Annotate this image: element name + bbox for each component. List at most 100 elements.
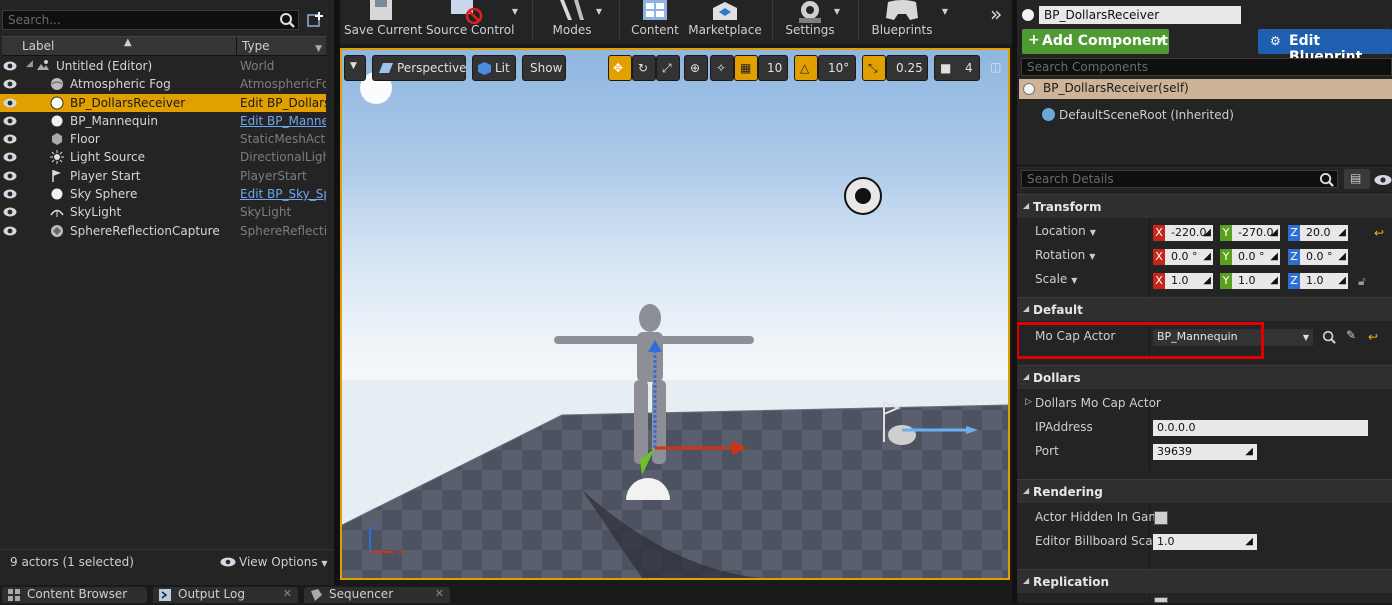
close-icon[interactable]: ✕	[435, 587, 444, 600]
edit-blueprint-link[interactable]: Edit BP_Sky_Sp	[240, 187, 326, 201]
reset-to-default-icon[interactable]: ↩	[1374, 226, 1384, 240]
surface-snap-button[interactable]: ✧	[710, 55, 734, 81]
add-actor-icon[interactable]	[305, 10, 325, 30]
outliner-row[interactable]: Atmospheric Fog AtmosphericFog	[0, 75, 326, 93]
modes-button[interactable]: Modes ▼	[544, 0, 602, 44]
search-icon[interactable]	[1319, 172, 1334, 187]
save-current-button[interactable]: Save Current	[344, 0, 422, 44]
outliner-row[interactable]: ◢ Untitled (Editor) World	[0, 57, 326, 75]
close-icon[interactable]: ✕	[283, 587, 292, 600]
reset-to-default-icon[interactable]: ↩	[1368, 330, 1378, 344]
rotation-snap-toggle[interactable]: △	[794, 55, 818, 81]
translate-mode-button[interactable]: ✥	[608, 55, 632, 81]
column-options-icon[interactable]: ▼	[315, 44, 322, 54]
visibility-eye-icon[interactable]	[3, 60, 17, 72]
details-splitter[interactable]	[1012, 0, 1017, 603]
grid-snap-value[interactable]: 10	[758, 55, 788, 81]
expand-arrow-icon[interactable]: ◢	[26, 59, 33, 69]
property-label[interactable]: Rotation ▼	[1035, 248, 1095, 262]
component-root-row[interactable]: DefaultSceneRoot (Inherited)	[1040, 106, 1380, 124]
actor-name-field[interactable]: BP_DollarsReceiver	[1039, 6, 1241, 24]
lit-mode-button[interactable]: Lit	[472, 55, 516, 81]
blueprints-button[interactable]: Blueprints ▼	[870, 0, 948, 44]
tab-sequencer[interactable]: Sequencer ✕	[304, 587, 450, 603]
world-local-button[interactable]: ⊕	[684, 55, 708, 81]
category-replication[interactable]: ◢ Replication	[1017, 569, 1392, 593]
tab-content-browser[interactable]: Content Browser	[2, 587, 147, 603]
add-component-button[interactable]: + Add Component ▼	[1022, 29, 1169, 54]
category-dollars[interactable]: ◢ Dollars	[1017, 365, 1392, 389]
rotation-snap-value[interactable]: 10°	[818, 55, 856, 81]
location-z-field[interactable]: Z 20.0 ◢	[1288, 225, 1348, 241]
rotation-x-field[interactable]: X 0.0 ° ◢	[1153, 249, 1213, 265]
chevron-down-icon[interactable]: ▼	[834, 7, 840, 16]
visibility-eye-icon[interactable]	[3, 151, 17, 163]
property-label[interactable]: Scale ▼	[1035, 272, 1077, 286]
search-details-input[interactable]: Search Details	[1021, 170, 1338, 188]
grid-snap-toggle[interactable]: ▦	[734, 55, 758, 81]
visibility-eye-icon[interactable]	[3, 225, 17, 237]
toolbar-overflow-icon[interactable]: »	[990, 2, 1002, 26]
settings-button[interactable]: Settings ▼	[782, 0, 840, 44]
outliner-row[interactable]: Light Source DirectionalLight	[0, 148, 326, 166]
chevron-down-icon[interactable]: ▼	[942, 7, 948, 16]
eye-icon[interactable]	[1374, 174, 1392, 186]
search-icon[interactable]	[279, 12, 295, 28]
camera-speed-button[interactable]: ■ 4	[934, 55, 980, 81]
visibility-eye-icon[interactable]	[3, 206, 17, 218]
outliner-row[interactable]: Player Start PlayerStart	[0, 167, 326, 185]
label-column-header[interactable]: Label	[22, 39, 54, 53]
visibility-eye-icon[interactable]	[3, 78, 17, 90]
viewport-options-button[interactable]: ▼	[344, 55, 366, 81]
category-rendering[interactable]: ◢ Rendering	[1017, 479, 1392, 503]
actor-hidden-checkbox[interactable]	[1154, 511, 1168, 525]
outliner-row[interactable]: SkyLight SkyLight	[0, 203, 326, 221]
maximize-viewport-button[interactable]: ◫	[986, 55, 1006, 81]
chevron-down-icon[interactable]: ▼	[512, 7, 518, 16]
billboard-scale-input[interactable]: 1.0 ◢	[1153, 534, 1257, 550]
expand-arrow-icon[interactable]: ▷	[1025, 397, 1032, 407]
visibility-eye-icon[interactable]	[3, 188, 17, 200]
component-self-row[interactable]: BP_DollarsReceiver(self)	[1019, 79, 1392, 99]
outliner-row[interactable]: Floor StaticMeshActor	[0, 130, 326, 148]
replication-checkbox[interactable]	[1154, 597, 1168, 603]
lock-icon[interactable]: 🔓︎	[1358, 274, 1366, 289]
category-transform[interactable]: ◢ Transform	[1017, 194, 1392, 218]
scale-x-field[interactable]: X 1.0 ◢	[1153, 273, 1213, 289]
edit-blueprint-link[interactable]: Edit BP_Manne	[240, 114, 326, 128]
location-x-field[interactable]: X -220.0 ◢	[1153, 225, 1213, 241]
content-button[interactable]: Content	[630, 0, 680, 44]
visibility-eye-icon[interactable]	[3, 170, 17, 182]
rotation-z-field[interactable]: Z 0.0 ° ◢	[1288, 249, 1348, 265]
search-components-input[interactable]: Search Components	[1021, 58, 1392, 76]
edit-blueprint-button[interactable]: ⚙ Edit Blueprint	[1258, 29, 1392, 65]
chevron-down-icon[interactable]: ▼	[596, 7, 602, 16]
show-button[interactable]: Show	[522, 55, 566, 81]
outliner-splitter[interactable]	[334, 0, 340, 585]
property-row-dollars-mocap[interactable]: ▷ Dollars Mo Cap Actor	[1017, 392, 1392, 416]
view-options-button[interactable]: View Options ▼	[220, 555, 328, 569]
outliner-row[interactable]: BP_Mannequin Edit BP_Manne	[0, 112, 326, 130]
browse-search-icon[interactable]	[1322, 330, 1336, 344]
tab-output-log[interactable]: Output Log ✕	[153, 587, 298, 603]
property-label[interactable]: Location ▼	[1035, 224, 1096, 238]
outliner-row-type[interactable]: Edit BP_Dollars	[240, 96, 326, 110]
marketplace-button[interactable]: Marketplace	[688, 0, 762, 44]
type-column-header[interactable]: Type	[242, 39, 270, 53]
perspective-button[interactable]: Perspective	[372, 55, 467, 81]
scale-y-field[interactable]: Y 1.0 ◢	[1220, 273, 1280, 289]
outliner-row[interactable]: SphereReflectionCapture SphereReflection	[0, 222, 326, 240]
level-viewport[interactable]: z x ▼ Perspective Lit Show ✥ ↻ ⤢ ⊕ ✧ ▦ 1…	[340, 48, 1010, 580]
scale-mode-button[interactable]: ⤢	[656, 55, 680, 81]
visibility-eye-icon[interactable]	[3, 97, 17, 109]
ipaddress-input[interactable]: 0.0.0.0	[1153, 420, 1368, 436]
scale-snap-toggle[interactable]: ⤡	[862, 55, 886, 81]
scale-z-field[interactable]: Z 1.0 ◢	[1288, 273, 1348, 289]
property-matrix-button[interactable]: ▤	[1344, 169, 1370, 189]
property-column-divider[interactable]	[1149, 595, 1150, 605]
scale-snap-value[interactable]: 0.25	[886, 55, 928, 81]
outliner-search-input[interactable]: Search...	[2, 10, 299, 30]
column-separator[interactable]	[236, 37, 237, 57]
rotate-mode-button[interactable]: ↻	[632, 55, 656, 81]
category-default[interactable]: ◢ Default	[1017, 297, 1392, 321]
